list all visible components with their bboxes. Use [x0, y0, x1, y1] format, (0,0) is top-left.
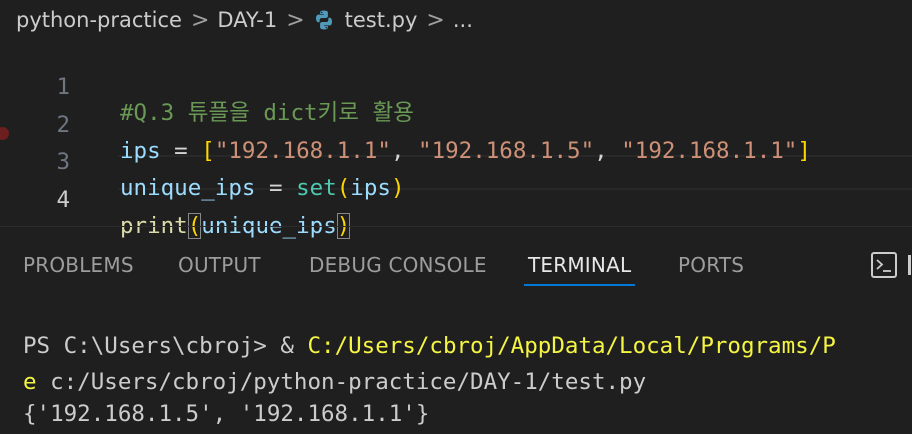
code-line[interactable]: 1 #Q.3 튜플을 dict키로 활용: [0, 42, 912, 126]
tab-problems[interactable]: PROBLEMS: [23, 227, 134, 287]
python-icon: [313, 9, 335, 31]
terminal-line: PS C:\Users\cbroj> & C:/Users/cbroj/AppD…: [23, 328, 836, 364]
terminal-output[interactable]: PS C:\Users\cbroj> & C:/Users/cbroj/AppD…: [0, 287, 912, 434]
vscode-window: python-practice > DAY-1 > test.py > ... …: [0, 0, 912, 434]
breadcrumb-ellipsis[interactable]: ...: [453, 8, 473, 32]
tab-output[interactable]: OUTPUT: [178, 227, 261, 287]
breadcrumb-file-test-py[interactable]: test.py: [345, 8, 418, 32]
terminal-icon[interactable]: [871, 252, 897, 278]
breadcrumb-folder-python-practice[interactable]: python-practice: [16, 8, 182, 32]
breadcrumb-separator: >: [426, 7, 445, 33]
terminal-command-arg: c:/Users/cbroj/python-practice/DAY-1/tes…: [36, 369, 647, 395]
terminal-line: e c:/Users/cbroj/python-practice/DAY-1/t…: [23, 364, 646, 400]
panel-tab-bar: PROBLEMS OUTPUT DEBUG CONSOLE TERMINAL P…: [0, 227, 912, 287]
terminal-result: {'192.168.1.5', '192.168.1.1'}: [23, 401, 430, 427]
code-line[interactable]: 3 unique_ips = set(ips): [0, 117, 912, 201]
breadcrumb-separator: >: [190, 7, 210, 33]
line-number: 4: [56, 187, 70, 213]
breadcrumb-folder-day-1[interactable]: DAY-1: [217, 8, 277, 32]
code-editor[interactable]: 1 #Q.3 튜플을 dict키로 활용 2 ips = ["192.168.1…: [0, 40, 912, 239]
breadcrumb-separator: >: [286, 7, 305, 33]
active-tab-indicator: [524, 284, 635, 286]
terminal-prompt: PS C:\Users\cbroj> &: [23, 333, 308, 359]
panel-toolbar-icon[interactable]: [908, 255, 911, 275]
code-line[interactable]: 4 print(unique_ips): [0, 155, 912, 239]
tab-terminal[interactable]: TERMINAL: [528, 227, 631, 287]
tab-debug-console[interactable]: DEBUG CONSOLE: [309, 227, 487, 287]
code-line[interactable]: 2 ips = ["192.168.1.1", "192.168.1.5", "…: [0, 80, 912, 164]
terminal-command: C:/Users/cbroj/AppData/Local/Programs/P: [307, 333, 836, 359]
terminal-command: e: [23, 369, 37, 395]
breadcrumb: python-practice > DAY-1 > test.py > ...: [0, 0, 912, 40]
tab-ports[interactable]: PORTS: [678, 227, 744, 287]
